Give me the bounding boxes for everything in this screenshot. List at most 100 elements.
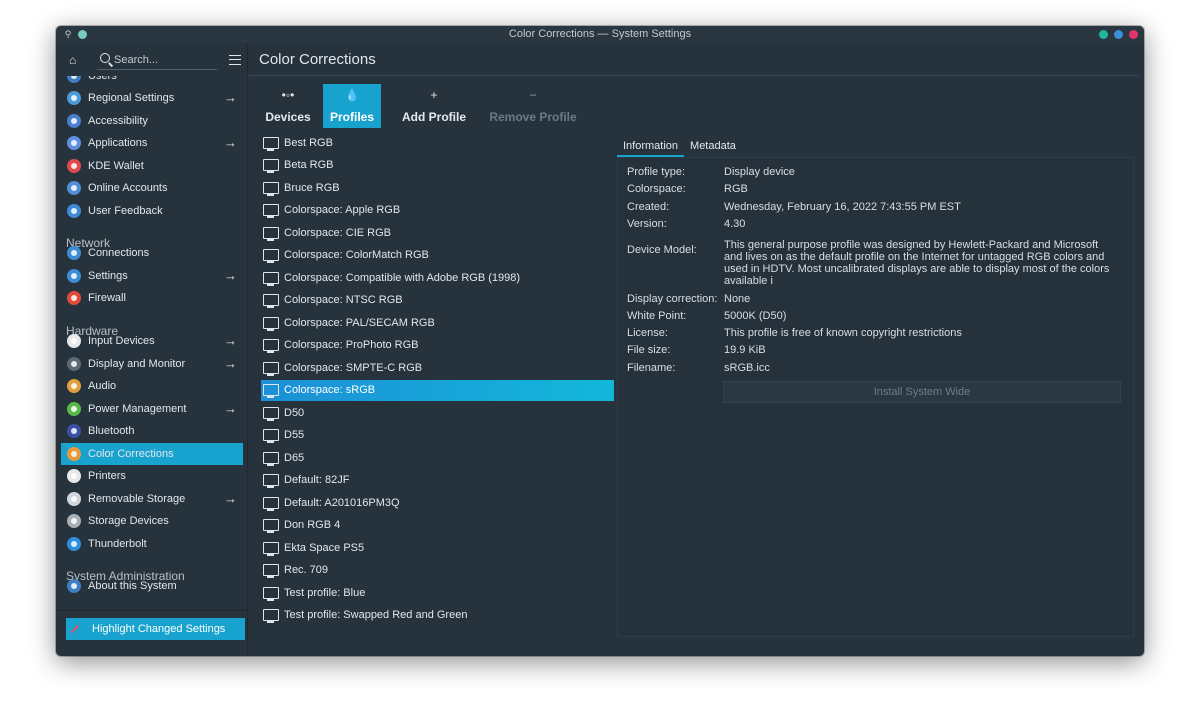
- profile-list-item[interactable]: Colorspace: Apple RGB: [261, 200, 614, 221]
- display-icon: [67, 357, 81, 371]
- profile-name: Default: 82JF: [284, 474, 350, 486]
- search-input[interactable]: [114, 52, 214, 68]
- network-settings-icon: [67, 269, 81, 283]
- sidebar-header: ⌂: [56, 43, 248, 76]
- sidebar-item-removable-storage[interactable]: Removable Storage →: [61, 488, 243, 510]
- hamburger-menu-icon[interactable]: [229, 55, 241, 65]
- profile-list-item[interactable]: Colorspace: sRGB: [261, 379, 614, 401]
- home-icon[interactable]: ⌂: [69, 54, 83, 67]
- sidebar-item-color-corrections[interactable]: Color Corrections: [61, 443, 243, 465]
- profile-list-item[interactable]: D65: [261, 447, 614, 468]
- sidebar-item-label: Storage Devices: [88, 515, 169, 527]
- profile-list-item[interactable]: Rec. 709: [261, 560, 614, 581]
- search-box[interactable]: [97, 51, 217, 70]
- profile-list-item[interactable]: D50: [261, 402, 614, 423]
- sidebar: ⌂ Network Hardware System Administration…: [56, 43, 248, 656]
- profile-list-item[interactable]: Default: A201016PM3Q: [261, 492, 614, 513]
- device-model-value: This general purpose profile was designe…: [724, 239, 1110, 287]
- sidebar-item-connections[interactable]: Connections: [61, 242, 243, 264]
- sidebar-item-user-feedback[interactable]: User Feedback: [61, 200, 243, 222]
- add-profile-button[interactable]: + Add Profile: [397, 84, 471, 128]
- profile-list-item[interactable]: Beta RGB: [261, 155, 614, 176]
- profile-name: D65: [284, 451, 305, 464]
- created-value: Wednesday, February 16, 2022 7:43:55 PM …: [724, 201, 961, 213]
- sidebar-item-label: Users: [88, 76, 117, 82]
- sidebar-item-audio[interactable]: Audio: [61, 375, 243, 397]
- profile-list-item[interactable]: Colorspace: ColorMatch RGB: [261, 245, 614, 266]
- remove-profile-button[interactable]: − Remove Profile: [483, 84, 583, 128]
- monitor-icon: [263, 451, 279, 466]
- arrow-right-icon: →: [224, 268, 237, 283]
- file-size-label: File size:: [627, 344, 671, 356]
- profile-list-item[interactable]: Bruce RGB: [261, 177, 614, 198]
- highlight-changed-settings-button[interactable]: Highlight Changed Settings: [66, 618, 245, 640]
- sidebar-item-regional-settings[interactable]: Regional Settings →: [61, 87, 243, 109]
- sidebar-item-label: Color Corrections: [88, 448, 174, 460]
- tab-information[interactable]: Information: [617, 137, 685, 157]
- profile-name: Ekta Space PS5: [284, 541, 365, 554]
- white-point-value: 5000K (D50): [724, 310, 787, 322]
- sidebar-item-printers[interactable]: Printers: [61, 465, 243, 487]
- devices-tab[interactable]: •◦• Devices: [257, 84, 319, 128]
- tab-metadata[interactable]: Metadata: [684, 137, 742, 157]
- sidebar-item-label: Removable Storage: [88, 493, 186, 505]
- profile-list-item[interactable]: Best RGB: [261, 132, 614, 153]
- battery-icon: [67, 402, 81, 416]
- profile-list-item[interactable]: Ekta Space PS5: [261, 537, 614, 558]
- sidebar-item-thunderbolt[interactable]: Thunderbolt: [61, 533, 243, 555]
- profile-type-value: Display device: [724, 166, 795, 178]
- monitor-icon: [263, 474, 279, 488]
- monitor-icon: [263, 271, 279, 286]
- filename-label: Filename:: [627, 362, 676, 374]
- sidebar-item-power-management[interactable]: Power Management →: [61, 398, 243, 420]
- sidebar-item-display-and-monitor[interactable]: Display and Monitor →: [61, 353, 243, 375]
- profile-list-item[interactable]: D55: [261, 425, 614, 446]
- sidebar-item-applications[interactable]: Applications →: [61, 132, 243, 154]
- profile-list-item[interactable]: Colorspace: SMPTE-C RGB: [261, 357, 614, 378]
- sidebar-item-label: Connections: [88, 247, 150, 259]
- sidebar-item-label: User Feedback: [88, 205, 163, 217]
- profile-name: Beta RGB: [284, 159, 334, 171]
- profile-list-item[interactable]: Colorspace: CIE RGB: [261, 222, 614, 243]
- monitor-icon: [263, 339, 279, 353]
- sidebar-item-bluetooth[interactable]: Bluetooth: [61, 420, 243, 442]
- sidebar-item-kde-wallet[interactable]: KDE Wallet: [61, 155, 243, 177]
- close-button[interactable]: [1129, 30, 1138, 39]
- maximize-button[interactable]: [1114, 30, 1123, 39]
- applications-icon: [67, 136, 81, 150]
- profile-name: Colorspace: CIE RGB: [284, 226, 391, 239]
- sidebar-item-label: Input Devices: [88, 335, 155, 347]
- sidebar-item-settings[interactable]: Settings →: [61, 265, 243, 287]
- install-system-wide-button[interactable]: Install System Wide: [723, 381, 1121, 403]
- arrow-right-icon: →: [224, 135, 237, 150]
- profile-list-item[interactable]: Test profile: Swapped Red and Green: [261, 605, 614, 626]
- profile-list-item[interactable]: Default: 82JF: [261, 470, 614, 491]
- minimize-button[interactable]: [1099, 30, 1108, 39]
- sidebar-item-label: About this System: [88, 580, 177, 592]
- sidebar-item-storage-devices[interactable]: Storage Devices: [61, 510, 243, 532]
- monitor-icon: [263, 496, 279, 511]
- profile-list-item[interactable]: Colorspace: PAL/SECAM RGB: [261, 312, 614, 333]
- profile-list-item[interactable]: Colorspace: NTSC RGB: [261, 290, 614, 311]
- profile-list-item[interactable]: Colorspace: ProPhoto RGB: [261, 335, 614, 356]
- window-title: Color Corrections — System Settings: [508, 28, 692, 40]
- sidebar-item-users[interactable]: Users: [61, 76, 243, 87]
- version-label: Version:: [627, 218, 667, 230]
- profile-list-item[interactable]: Colorspace: Compatible with Adobe RGB (1…: [261, 267, 614, 288]
- monitor-icon: [263, 541, 279, 556]
- profiles-tab[interactable]: 💧 Profiles: [323, 84, 381, 128]
- profile-list-item[interactable]: Don RGB 4: [261, 515, 614, 536]
- arrow-right-icon: →: [224, 401, 237, 416]
- bluetooth-icon: [67, 424, 81, 438]
- sidebar-item-about-this-system[interactable]: About this System: [61, 575, 243, 597]
- created-label: Created:: [627, 201, 670, 213]
- accessibility-icon: [67, 114, 81, 128]
- minus-icon: −: [529, 88, 537, 102]
- sidebar-item-input-devices[interactable]: Input Devices →: [61, 330, 243, 352]
- sidebar-item-accessibility[interactable]: Accessibility: [61, 110, 243, 132]
- sidebar-item-online-accounts[interactable]: Online Accounts: [61, 177, 243, 199]
- sidebar-item-firewall[interactable]: Firewall: [61, 287, 243, 309]
- profile-name: Colorspace: ProPhoto RGB: [284, 339, 419, 351]
- monitor-icon: [263, 249, 279, 263]
- profile-list-item[interactable]: Test profile: Blue: [261, 582, 614, 603]
